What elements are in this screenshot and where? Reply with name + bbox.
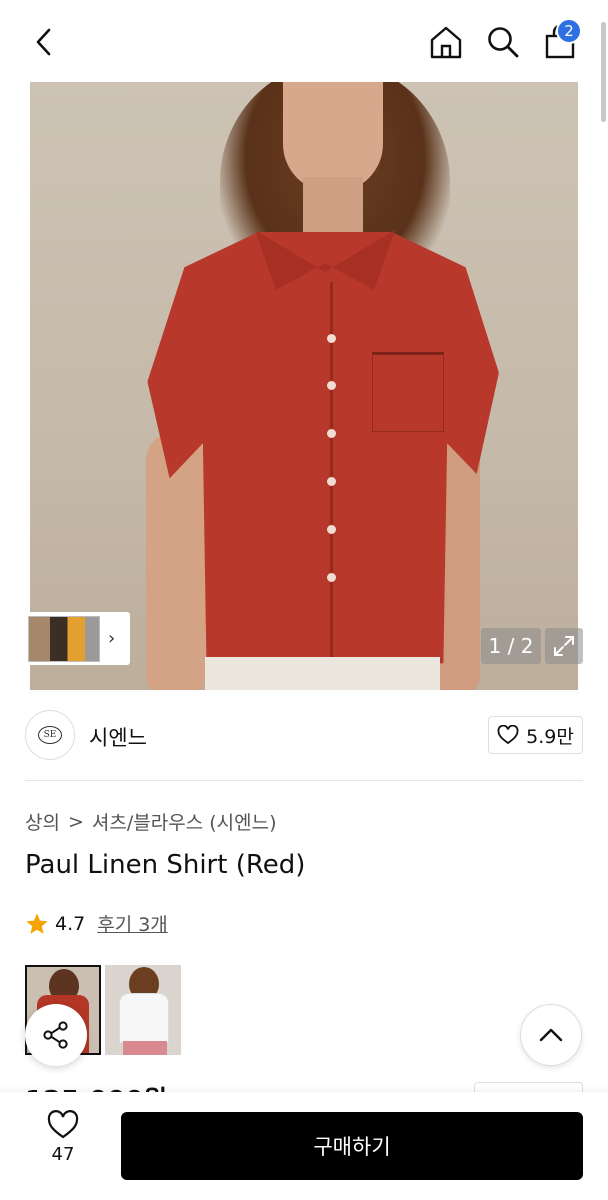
breadcrumb: 상의 > 셔츠/블라우스 (시엔느): [25, 808, 276, 835]
thumbnail-image[interactable]: [28, 615, 100, 662]
brand-logo[interactable]: SE: [25, 710, 75, 760]
rating-value: 4.7: [55, 912, 86, 935]
image-pager: 1 / 2: [481, 628, 541, 664]
bottom-action-bar: 47 구매하기: [0, 1092, 608, 1200]
back-button[interactable]: [22, 20, 66, 64]
share-icon: [43, 1021, 68, 1049]
search-icon: [488, 27, 519, 58]
breadcrumb-item-shirts[interactable]: 셔츠/블라우스 (시엔느): [92, 808, 277, 835]
product-image[interactable]: [30, 82, 578, 690]
cart-count-badge: 2: [556, 18, 582, 44]
scrollbar[interactable]: [601, 22, 606, 122]
brand-like-button[interactable]: 5.9만: [488, 716, 583, 754]
expand-button[interactable]: [545, 628, 583, 664]
heart-icon: [497, 725, 519, 745]
expand-icon: [554, 636, 574, 656]
buy-button[interactable]: 구매하기: [121, 1112, 583, 1180]
image-thumbnail-strip[interactable]: ›: [25, 612, 130, 665]
home-button[interactable]: [424, 20, 468, 64]
scroll-to-top-button[interactable]: [520, 1004, 582, 1066]
top-app-bar: 2: [0, 0, 608, 122]
heart-icon: [47, 1110, 79, 1139]
chevron-right-icon[interactable]: ›: [108, 628, 115, 649]
review-count-link[interactable]: 후기 3개: [97, 910, 168, 937]
brand-row: SE 시엔느 5.9만: [25, 710, 583, 762]
breadcrumb-item-top[interactable]: 상의: [25, 808, 60, 835]
home-icon: [430, 26, 462, 59]
star-icon: [26, 913, 48, 934]
chevron-left-icon: [36, 28, 51, 56]
wishlist-button[interactable]: 47: [32, 1110, 94, 1180]
divider: [25, 780, 583, 781]
brand-like-count: 5.9만: [526, 725, 574, 748]
search-button[interactable]: [481, 20, 525, 64]
chevron-right-icon: >: [67, 810, 84, 833]
brand-name[interactable]: 시엔느: [89, 722, 147, 752]
color-swatch-white[interactable]: [105, 965, 181, 1055]
product-title: Paul Linen Shirt (Red): [25, 850, 306, 880]
wishlist-count: 47: [51, 1144, 75, 1165]
chevron-up-icon: [539, 1028, 563, 1042]
rating-row: 4.7 후기 3개: [25, 910, 168, 937]
share-button[interactable]: [25, 1004, 87, 1066]
